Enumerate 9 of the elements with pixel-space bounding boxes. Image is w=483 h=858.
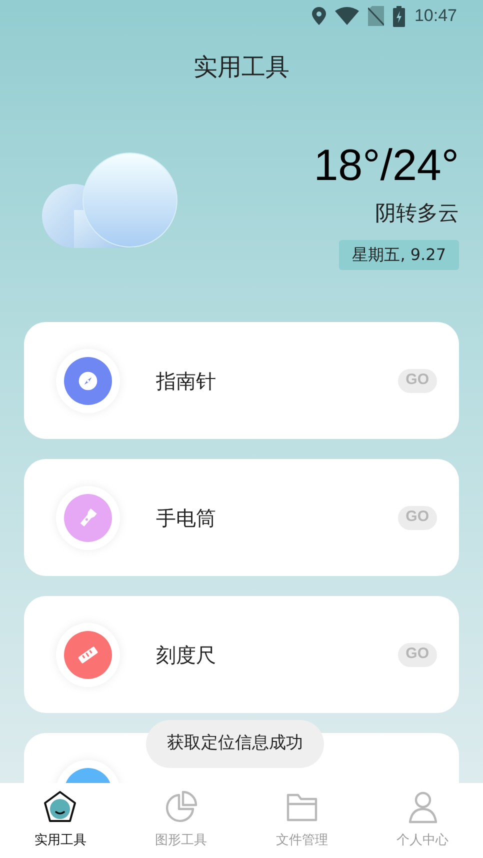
tool-name: 手电筒 bbox=[156, 504, 216, 532]
weather-condition: 阴转多云 bbox=[375, 200, 459, 227]
date-label: 星期五, 9.27 bbox=[339, 240, 459, 270]
status-time: 10:47 bbox=[414, 5, 457, 28]
tool-name: 刻度尺 bbox=[156, 642, 216, 668]
tool-name: 指南针 bbox=[156, 368, 216, 394]
temperature-range: 18°/24° bbox=[314, 140, 459, 192]
page-title: 实用工具 bbox=[194, 52, 290, 83]
location-toast: 获取定位信息成功 bbox=[146, 720, 324, 768]
